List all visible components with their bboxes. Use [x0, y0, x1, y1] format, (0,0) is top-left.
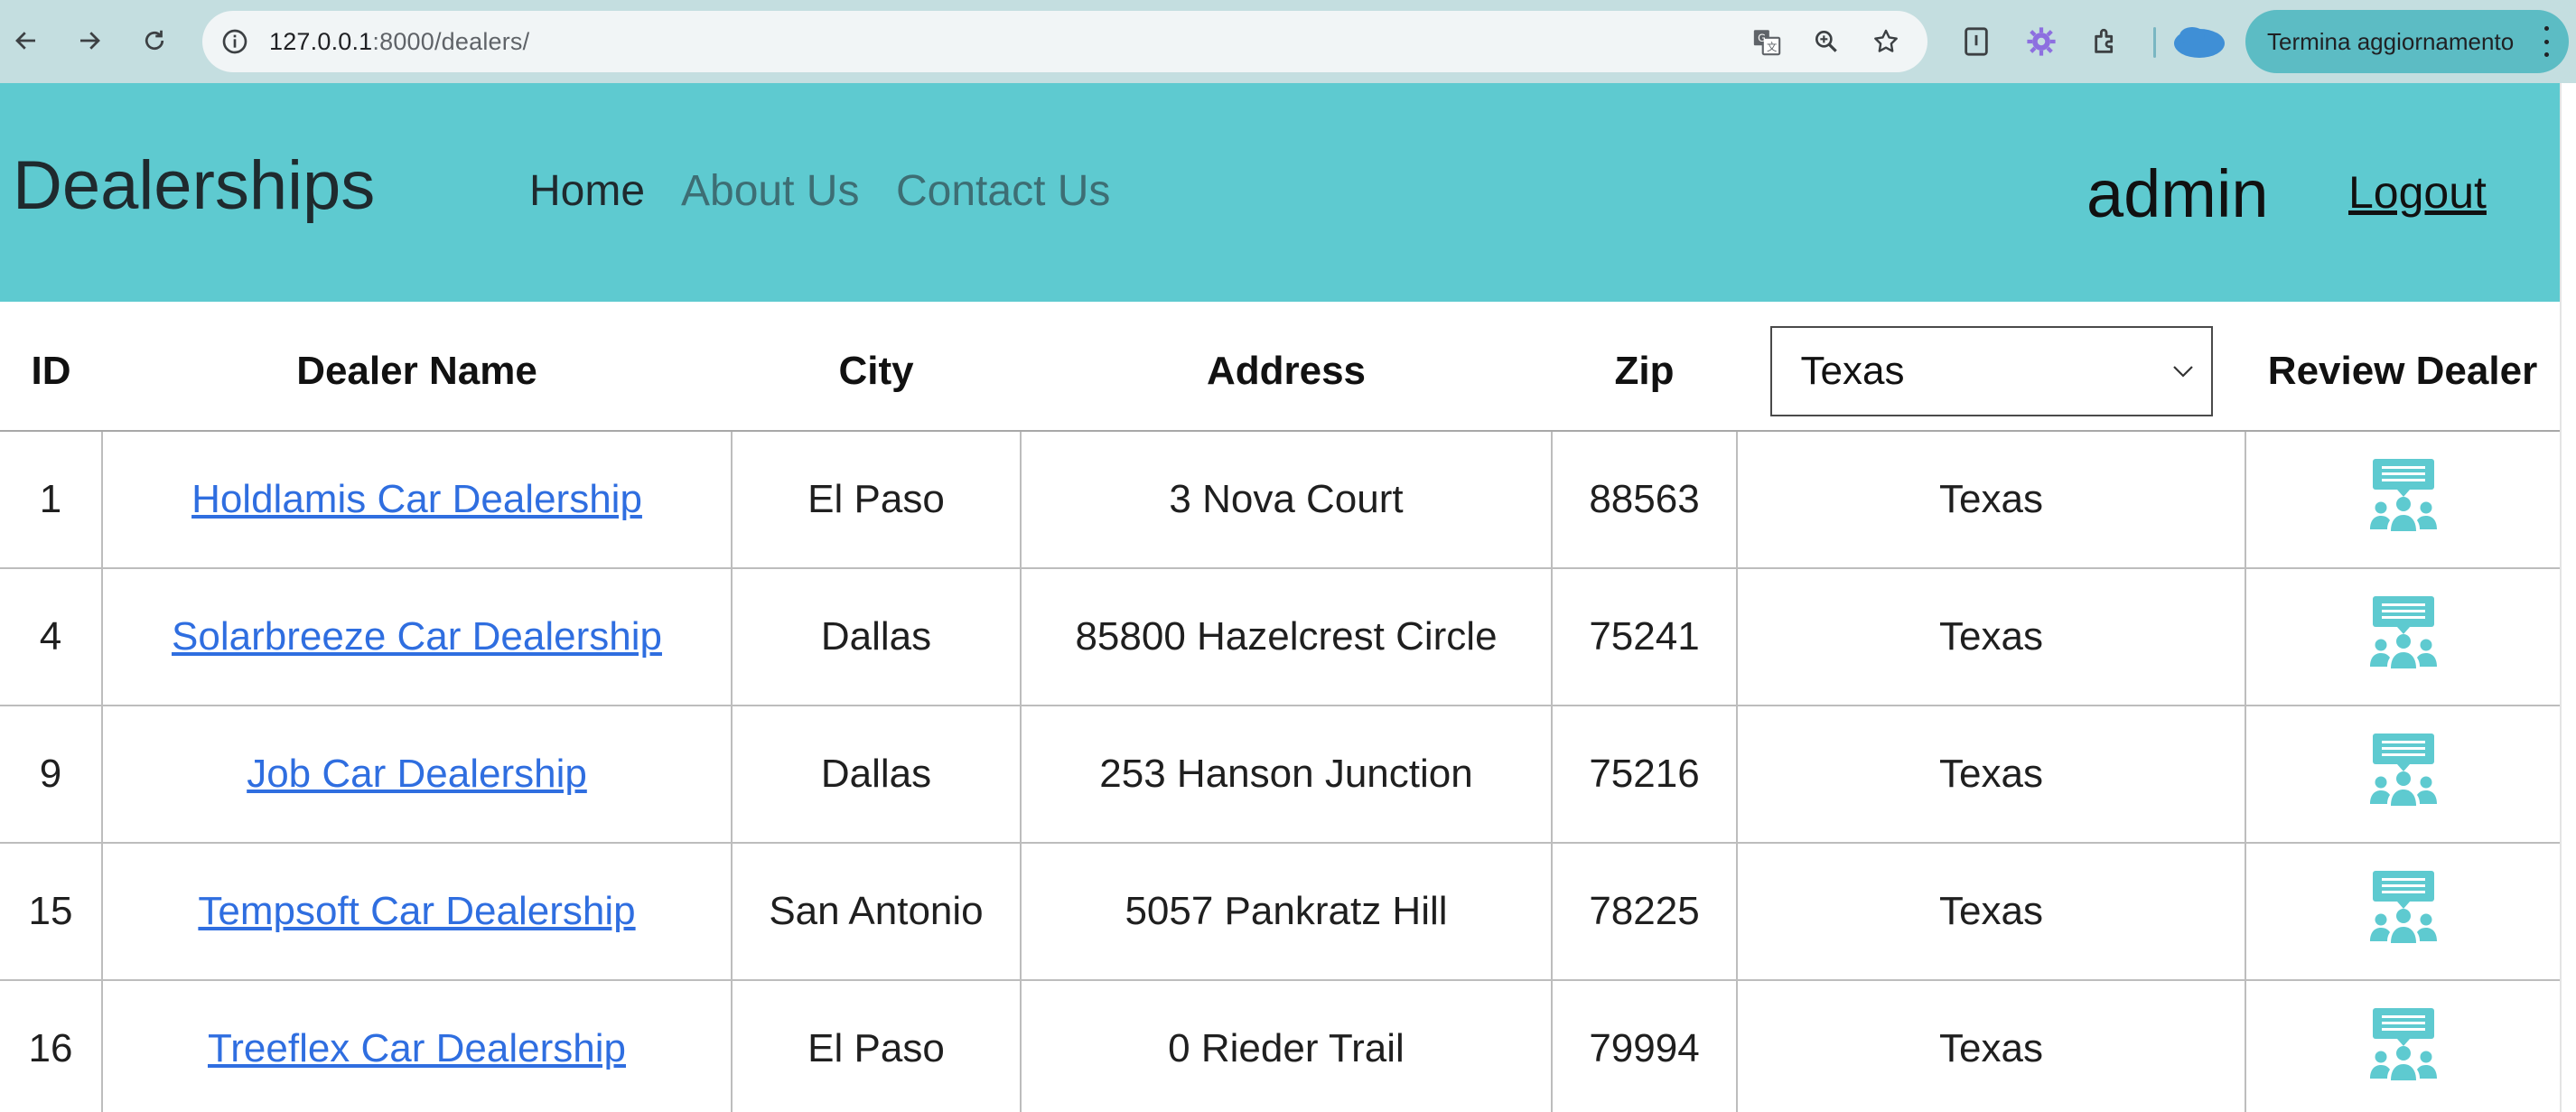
dealer-zip: 88563 [1551, 431, 1738, 569]
update-label: Termina aggiornamento [2267, 27, 2515, 55]
dealer-zip: 78225 [1551, 843, 1738, 981]
dealer-zip: 79994 [1551, 980, 1738, 1112]
column-header-state: Texas [1737, 313, 2245, 432]
dealer-address: 5057 Pankratz Hill [1020, 843, 1553, 981]
dealer-name-link[interactable]: Holdlamis Car Dealership [191, 477, 642, 521]
current-user: admin [2086, 156, 2269, 231]
chevron-down-icon [2172, 366, 2193, 378]
brand-title[interactable]: Dealerships [13, 146, 375, 225]
bookmark-star-icon[interactable] [1868, 23, 1904, 60]
dealer-id: 16 [0, 980, 103, 1112]
state-filter-value: Texas [1800, 349, 1905, 393]
review-cell [2245, 843, 2560, 981]
column-header-address: Address [1021, 313, 1552, 432]
dealer-name-link[interactable]: Tempsoft Car Dealership [198, 889, 635, 933]
dealer-name-link[interactable]: Solarbreeze Car Dealership [172, 614, 662, 659]
extension-page-icon[interactable] [1956, 22, 1996, 61]
dealer-address: 3 Nova Court [1020, 431, 1553, 569]
dealer-id: 1 [0, 431, 103, 569]
address-bar[interactable]: 127.0.0.1:8000/dealers/ G文 [202, 11, 1927, 72]
dealer-city: San Antonio [731, 843, 1022, 981]
dealer-state: Texas [1736, 431, 2246, 569]
dealer-id: 4 [0, 568, 103, 706]
translate-icon[interactable]: G文 [1749, 23, 1785, 60]
back-arrow-icon[interactable] [5, 20, 47, 61]
site-info-icon[interactable] [217, 23, 253, 60]
dealers-table-container: ID Dealer Name City Address Zip Texas Re… [0, 313, 2560, 1112]
dealer-name-cell: Tempsoft Car Dealership [101, 843, 733, 981]
review-dealer-icon[interactable] [2367, 732, 2440, 818]
dealer-city: El Paso [731, 431, 1022, 569]
dealer-id: 15 [0, 843, 103, 981]
dealer-name-cell: Solarbreeze Car Dealership [101, 568, 733, 706]
profile-cloud-icon[interactable] [2171, 22, 2227, 61]
review-cell [2245, 706, 2560, 844]
update-button[interactable]: Termina aggiornamento [2245, 10, 2569, 73]
table-row: 4 Solarbreeze Car Dealership Dallas 8580… [0, 568, 2560, 706]
svg-text:文: 文 [1767, 41, 1777, 53]
url-text[interactable]: 127.0.0.1:8000/dealers/ [269, 11, 529, 72]
dealer-address: 0 Rieder Trail [1020, 980, 1553, 1112]
nav-home-link[interactable]: Home [529, 166, 645, 216]
review-dealer-icon[interactable] [2367, 594, 2440, 680]
dealer-city: El Paso [731, 980, 1022, 1112]
page-scrollbar[interactable] [2560, 83, 2576, 1112]
table-header-row: ID Dealer Name City Address Zip Texas Re… [0, 313, 2560, 432]
review-dealer-icon[interactable] [2367, 457, 2440, 543]
dealers-table: ID Dealer Name City Address Zip Texas Re… [0, 313, 2560, 1112]
review-cell [2245, 980, 2560, 1112]
forward-arrow-icon[interactable] [69, 20, 110, 61]
dealer-zip: 75216 [1551, 706, 1738, 844]
reload-icon[interactable] [134, 20, 175, 61]
dealer-name-cell: Holdlamis Car Dealership [101, 431, 733, 569]
site-header: Dealerships Home About Us Contact Us adm… [0, 83, 2560, 302]
dealer-state: Texas [1736, 706, 2246, 844]
dealer-name-link[interactable]: Job Car Dealership [247, 752, 587, 796]
toolbar-divider [2153, 27, 2156, 58]
logout-link[interactable]: Logout [2348, 166, 2487, 219]
zoom-icon[interactable] [1808, 23, 1844, 60]
dealer-address: 253 Hanson Junction [1020, 706, 1553, 844]
dealer-city: Dallas [731, 706, 1022, 844]
dealer-city: Dallas [731, 568, 1022, 706]
review-cell [2245, 431, 2560, 569]
table-row: 16 Treeflex Car Dealership El Paso 0 Rie… [0, 980, 2560, 1112]
table-row: 9 Job Car Dealership Dallas 253 Hanson J… [0, 706, 2560, 844]
state-filter-select[interactable]: Texas [1769, 326, 2213, 416]
nav-about-link[interactable]: About Us [681, 166, 859, 216]
column-header-city: City [732, 313, 1021, 432]
dealer-zip: 75241 [1551, 568, 1738, 706]
dealer-address: 85800 Hazelcrest Circle [1020, 568, 1553, 706]
column-header-zip: Zip [1552, 313, 1737, 432]
dealer-name-cell: Treeflex Car Dealership [101, 980, 733, 1112]
dealer-state: Texas [1736, 568, 2246, 706]
column-header-dealer-name: Dealer Name [102, 313, 732, 432]
nav-contact-link[interactable]: Contact Us [896, 166, 1110, 216]
dealer-id: 9 [0, 706, 103, 844]
column-header-id: ID [0, 313, 102, 432]
table-row: 1 Holdlamis Car Dealership El Paso 3 Nov… [0, 431, 2560, 569]
svg-text:G: G [1758, 32, 1766, 44]
more-menu-icon[interactable] [2542, 26, 2551, 57]
dealer-state: Texas [1736, 843, 2246, 981]
column-header-review: Review Dealer [2245, 313, 2560, 432]
dealer-state: Texas [1736, 980, 2246, 1112]
review-dealer-icon[interactable] [2367, 869, 2440, 955]
dealer-name-cell: Job Car Dealership [101, 706, 733, 844]
extensions-puzzle-icon[interactable] [2086, 22, 2126, 61]
review-dealer-icon[interactable] [2367, 1006, 2440, 1092]
review-cell [2245, 568, 2560, 706]
dealer-name-link[interactable]: Treeflex Car Dealership [208, 1026, 626, 1070]
table-row: 15 Tempsoft Car Dealership San Antonio 5… [0, 843, 2560, 981]
browser-toolbar: 127.0.0.1:8000/dealers/ G文 Termina aggio… [0, 0, 2576, 83]
extension-gear-icon[interactable] [2021, 22, 2061, 61]
